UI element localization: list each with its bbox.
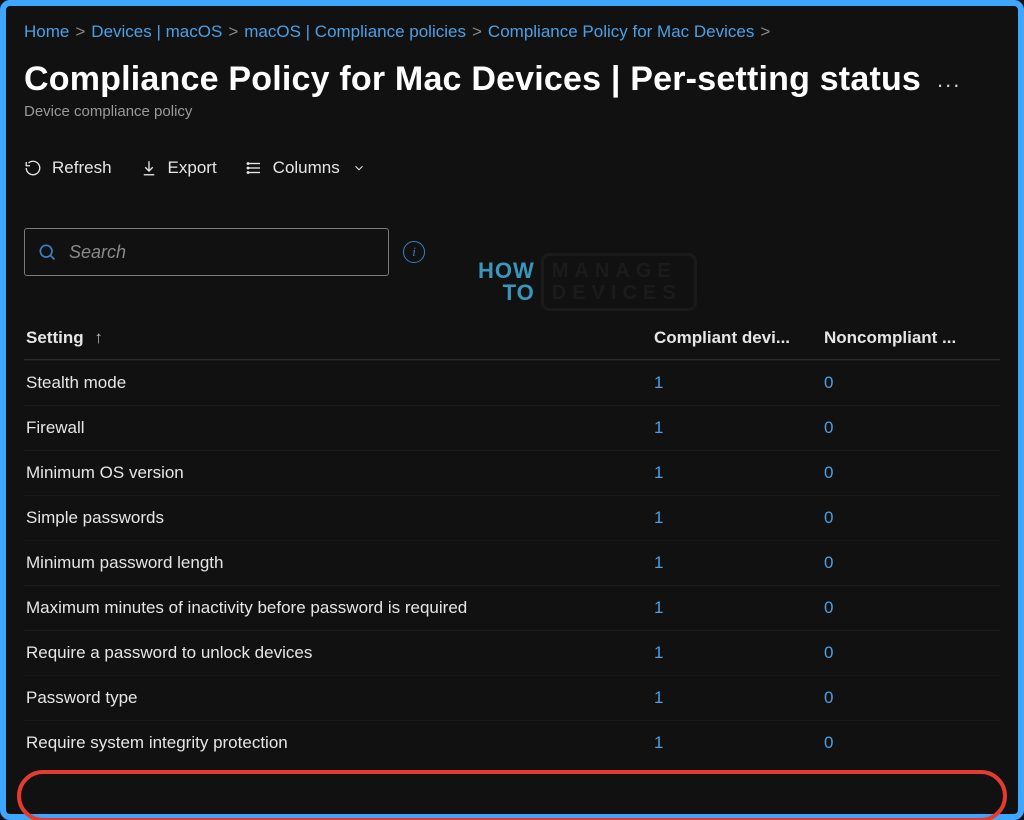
noncompliant-count[interactable]: 0 [824, 553, 994, 573]
sort-ascending-icon: ↑ [94, 328, 103, 347]
setting-name: Simple passwords [26, 508, 654, 528]
table-row[interactable]: Firewall10 [24, 405, 1000, 450]
compliant-count[interactable]: 1 [654, 598, 824, 618]
search-icon [37, 242, 57, 262]
compliant-count[interactable]: 1 [654, 733, 824, 753]
compliant-count[interactable]: 1 [654, 643, 824, 663]
setting-name: Stealth mode [26, 373, 654, 393]
noncompliant-count[interactable]: 0 [824, 688, 994, 708]
noncompliant-count[interactable]: 0 [824, 733, 994, 753]
export-label: Export [168, 158, 217, 178]
column-header-noncompliant[interactable]: Noncompliant ... [824, 328, 994, 348]
setting-name: Minimum OS version [26, 463, 654, 483]
search-box[interactable] [24, 228, 389, 276]
export-button[interactable]: Export [140, 158, 217, 178]
column-header-compliant[interactable]: Compliant devi... [654, 328, 824, 348]
compliant-count[interactable]: 1 [654, 688, 824, 708]
breadcrumb-devices-macos[interactable]: Devices | macOS [91, 18, 222, 46]
search-input[interactable] [57, 242, 376, 263]
table-row[interactable]: Minimum OS version10 [24, 450, 1000, 495]
page-title: Compliance Policy for Mac Devices | Per-… [24, 60, 921, 99]
command-bar: Refresh Export Columns [24, 158, 1000, 178]
setting-name: Minimum password length [26, 553, 654, 573]
chevron-right-icon: > [75, 18, 85, 46]
compliant-count[interactable]: 1 [654, 418, 824, 438]
breadcrumb: Home > Devices | macOS > macOS | Complia… [24, 16, 1000, 46]
table-row[interactable]: Require a password to unlock devices10 [24, 630, 1000, 675]
download-icon [140, 159, 158, 177]
columns-label: Columns [273, 158, 340, 178]
noncompliant-count[interactable]: 0 [824, 418, 994, 438]
compliant-count[interactable]: 1 [654, 508, 824, 528]
columns-icon [245, 159, 263, 177]
noncompliant-count[interactable]: 0 [824, 463, 994, 483]
info-icon[interactable]: i [403, 241, 425, 263]
table-row[interactable]: Minimum password length10 [24, 540, 1000, 585]
noncompliant-count[interactable]: 0 [824, 643, 994, 663]
compliant-count[interactable]: 1 [654, 553, 824, 573]
setting-name: Firewall [26, 418, 654, 438]
column-header-setting[interactable]: Setting ↑ [26, 328, 654, 348]
setting-name: Require a password to unlock devices [26, 643, 654, 663]
compliant-count[interactable]: 1 [654, 373, 824, 393]
settings-table: Setting ↑ Compliant devi... Noncompliant… [24, 316, 1000, 765]
table-row[interactable]: Simple passwords10 [24, 495, 1000, 540]
setting-name: Maximum minutes of inactivity before pas… [26, 598, 654, 618]
setting-name: Require system integrity protection [26, 733, 654, 753]
more-actions-button[interactable]: ... [937, 67, 961, 93]
table-header-row: Setting ↑ Compliant devi... Noncompliant… [24, 316, 1000, 360]
chevron-right-icon: > [228, 18, 238, 46]
chevron-right-icon: > [760, 18, 770, 46]
chevron-right-icon: > [472, 18, 482, 46]
chevron-down-icon [350, 161, 368, 175]
compliant-count[interactable]: 1 [654, 463, 824, 483]
noncompliant-count[interactable]: 0 [824, 598, 994, 618]
columns-button[interactable]: Columns [245, 158, 368, 178]
noncompliant-count[interactable]: 0 [824, 508, 994, 528]
breadcrumb-home[interactable]: Home [24, 18, 69, 46]
table-row[interactable]: Maximum minutes of inactivity before pas… [24, 585, 1000, 630]
refresh-icon [24, 159, 42, 177]
annotation-highlight [17, 770, 1007, 820]
breadcrumb-compliance-policies[interactable]: macOS | Compliance policies [244, 18, 466, 46]
table-row[interactable]: Require system integrity protection10 [24, 720, 1000, 765]
refresh-button[interactable]: Refresh [24, 158, 112, 178]
table-row[interactable]: Password type10 [24, 675, 1000, 720]
noncompliant-count[interactable]: 0 [824, 373, 994, 393]
breadcrumb-policy[interactable]: Compliance Policy for Mac Devices [488, 18, 754, 46]
setting-name: Password type [26, 688, 654, 708]
table-row[interactable]: Stealth mode10 [24, 360, 1000, 405]
column-header-setting-label: Setting [26, 328, 84, 347]
page-subtitle: Device compliance policy [24, 103, 1000, 120]
refresh-label: Refresh [52, 158, 112, 178]
